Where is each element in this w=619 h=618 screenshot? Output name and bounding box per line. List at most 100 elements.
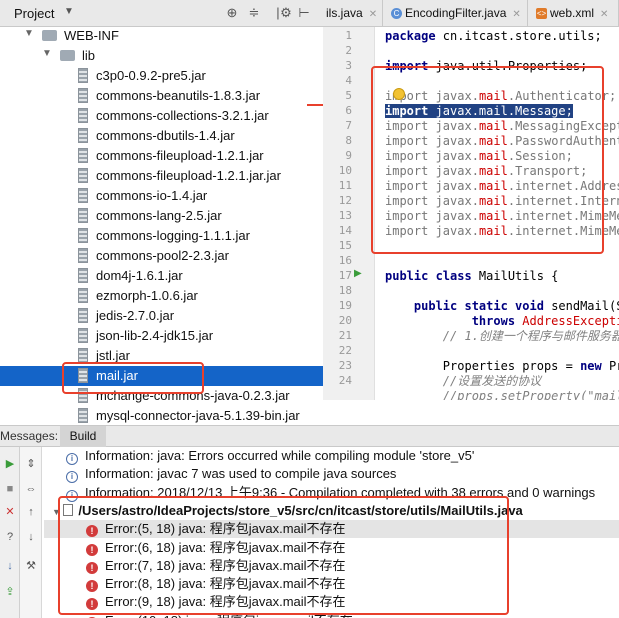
message-text: Information: javac 7 was used to compile…: [85, 466, 397, 482]
tree-item-label: jstl.jar: [96, 348, 130, 363]
chevron-down-icon[interactable]: ▼: [24, 28, 34, 39]
project-pane-title[interactable]: Project: [14, 6, 54, 21]
close-icon[interactable]: ✕: [369, 9, 377, 20]
gear-icon[interactable]: ⚙: [278, 5, 294, 21]
code-token: cn.itcast.store.utils;: [435, 29, 602, 43]
tree-item[interactable]: commons-pool2-2.3.jar: [0, 246, 323, 266]
tree-item-label: commons-pool2-2.3.jar: [96, 248, 229, 263]
code-token: public class: [385, 269, 479, 283]
rerun-icon[interactable]: ▶: [3, 457, 17, 471]
collapse-icon[interactable]: ≑: [246, 5, 262, 21]
code-line[interactable]: public static void sendMail(St: [385, 299, 619, 314]
code-token: MailUtils {: [478, 269, 559, 283]
tree-item-label: lib: [82, 48, 96, 63]
tree-item[interactable]: ezmorph-1.0.6.jar: [0, 286, 323, 306]
code-line[interactable]: throws AddressExceptio: [385, 314, 619, 329]
tree-item[interactable]: c3p0-0.9.2-pre5.jar: [0, 66, 323, 86]
line-number: 11: [338, 179, 352, 192]
tree-item[interactable]: commons-logging-1.1.1.jar: [0, 226, 323, 246]
project-pane-header: Project ▼ ⊕ ≑ | ⚙ ⊢: [0, 0, 323, 27]
tree-item[interactable]: commons-dbutils-1.4.jar: [0, 126, 323, 146]
jar-icon: [78, 88, 88, 103]
tree-item[interactable]: json-lib-2.4-jdk15.jar: [0, 326, 323, 346]
hide-icon[interactable]: ⊢: [296, 5, 312, 21]
tree-item[interactable]: commons-beanutils-1.8.3.jar: [0, 86, 323, 106]
line-number: 10: [338, 164, 352, 177]
code-line[interactable]: Properties props = new Pro: [385, 359, 619, 374]
tab-build[interactable]: Build: [60, 426, 106, 447]
info-icon: i: [66, 471, 78, 484]
editor-tab[interactable]: C EncodingFilter.java ✕: [383, 0, 528, 26]
close-icon[interactable]: ✕: [512, 9, 520, 20]
arrow-down-icon[interactable]: ↓: [3, 559, 17, 573]
code-token: AddressExceptio: [522, 314, 619, 328]
tree-item[interactable]: commons-collections-3.2.1.jar: [0, 106, 323, 126]
code-token: Properties props =: [385, 359, 581, 373]
tree-item-label: commons-dbutils-1.4.jar: [96, 128, 235, 143]
editor-tab[interactable]: ils.java ✕: [323, 0, 383, 26]
annotation-connector: [307, 104, 323, 106]
tree-item[interactable]: commons-io-1.4.jar: [0, 186, 323, 206]
line-number: 9: [345, 149, 352, 162]
info-message[interactable]: i Information: java: Errors occurred whil…: [66, 447, 619, 465]
tree-item-label: dom4j-1.6.1.jar: [96, 268, 183, 283]
tree-item[interactable]: dom4j-1.6.1.jar: [0, 266, 323, 286]
code-token: package: [385, 29, 436, 43]
line-number: 22: [338, 344, 352, 357]
tree-item-label: ezmorph-1.0.6.jar: [96, 288, 198, 303]
info-message[interactable]: i Information: javac 7 was used to compil…: [66, 465, 619, 484]
messages-toolbar: ▶ ■ ✕ ? ↓ ⇪: [0, 447, 20, 618]
close-icon[interactable]: ✕: [3, 505, 17, 519]
export-icon[interactable]: ⇪: [3, 585, 17, 599]
annotation-box-errors: [58, 496, 509, 615]
line-number: 3: [345, 59, 352, 72]
line-number: 15: [338, 239, 352, 252]
line-number: 14: [338, 224, 352, 237]
jar-icon: [78, 348, 88, 363]
editor-tab-label: web.xml: [550, 6, 595, 20]
editor-tab-label: EncodingFilter.java: [405, 6, 507, 20]
target-icon[interactable]: ⊕: [224, 5, 240, 21]
line-number: 18: [338, 284, 352, 297]
expand-all-icon[interactable]: ⇕: [24, 457, 38, 471]
code-line[interactable]: //设置发送的协议: [385, 374, 541, 389]
help-icon[interactable]: ?: [3, 530, 17, 544]
tree-item[interactable]: commons-fileupload-1.2.1.jar: [0, 146, 323, 166]
chevron-down-icon[interactable]: ▼: [42, 48, 52, 59]
tree-folder[interactable]: ▼ WEB-INF: [0, 27, 323, 46]
tree-item-label: commons-beanutils-1.8.3.jar: [96, 88, 261, 103]
stop-icon[interactable]: ■: [3, 482, 17, 496]
line-number: 1: [345, 29, 352, 42]
close-icon[interactable]: ✕: [600, 9, 608, 20]
run-icon[interactable]: ▶: [354, 268, 362, 279]
previous-icon[interactable]: ↑: [24, 505, 38, 519]
jar-icon: [78, 108, 88, 123]
messages-title: Messages:: [0, 429, 59, 443]
tree-folder[interactable]: ▼ lib: [0, 46, 323, 66]
jar-icon: [78, 268, 88, 283]
code-token: public static void: [413, 299, 552, 313]
code-line[interactable]: public class MailUtils {: [385, 269, 558, 284]
next-icon[interactable]: ↓: [24, 530, 38, 544]
code-line[interactable]: package cn.itcast.store.utils;: [385, 29, 602, 44]
code-token: //设置发送的协议: [442, 374, 542, 388]
tree-item-label: mysql-connector-java-5.1.39-bin.jar: [96, 408, 300, 423]
tree-item[interactable]: commons-fileupload-1.2.1.jar.jar: [0, 166, 323, 186]
wrench-icon[interactable]: ⚒: [24, 559, 38, 573]
collapse-all-icon[interactable]: ⇔: [24, 482, 38, 496]
line-number: 2: [345, 44, 352, 57]
xml-file-icon: <>: [536, 8, 547, 20]
tree-item[interactable]: commons-lang-2.5.jar: [0, 206, 323, 226]
tree-item-label: commons-fileupload-1.2.1.jar: [96, 148, 264, 163]
editor-tab[interactable]: <> web.xml ✕: [528, 0, 619, 26]
messages-toolbar-secondary: ⇕ ⇔ ↑ ↓ ⚒: [20, 447, 42, 618]
tree-item[interactable]: mysql-connector-java-5.1.39-bin.jar: [0, 406, 323, 425]
code-line[interactable]: // 1.创建一个程序与邮件服务器: [385, 329, 619, 344]
line-number: 4: [345, 74, 352, 87]
code-line[interactable]: //props.setProperty("mail.: [385, 389, 619, 400]
jar-icon: [78, 148, 88, 163]
tree-item[interactable]: jedis-2.7.0.jar: [0, 306, 323, 326]
chevron-down-icon[interactable]: ▼: [64, 6, 74, 17]
